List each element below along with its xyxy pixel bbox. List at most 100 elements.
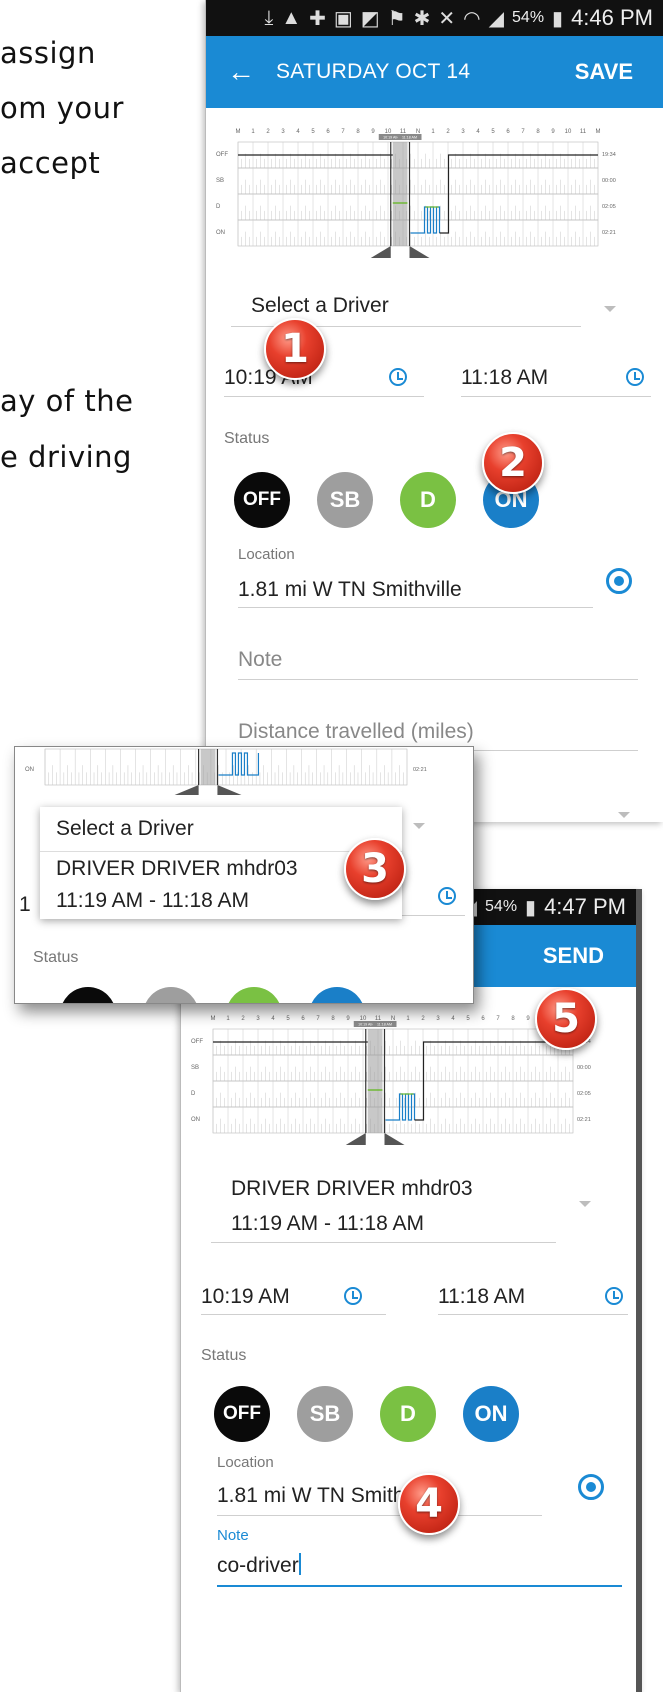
dropdown-caret-icon — [579, 1201, 591, 1207]
dropdown-header: Select a Driver — [56, 817, 194, 840]
hos-graph-row: ON 02:21 — [25, 748, 427, 795]
hour-tick-label: 4 — [271, 1016, 275, 1022]
row-label: D — [216, 204, 221, 210]
distance-field[interactable]: Distance travelled (miles) — [238, 720, 474, 744]
hour-tick-label: 2 — [446, 129, 450, 135]
status-on-button[interactable]: ON — [463, 1386, 519, 1442]
driver-select[interactable]: DRIVER DRIVER mhdr03 — [231, 1177, 473, 1201]
row-label: ON — [191, 1117, 200, 1123]
download-icon: ⤓ — [264, 6, 274, 29]
on-duty-line — [218, 752, 260, 776]
battery-percent: 54% — [512, 9, 545, 26]
end-time-field[interactable]: 11:18 AM — [438, 1285, 525, 1309]
plus-circle-icon: ✚ — [309, 7, 326, 30]
clock-icon[interactable] — [438, 887, 456, 905]
callout-badge: 1 — [264, 318, 326, 380]
hour-tick-label: 5 — [286, 1016, 290, 1022]
doc-text-line: accept — [0, 146, 101, 180]
driver-option[interactable]: DRIVER DRIVER mhdr03 — [56, 857, 298, 881]
marker-handle-right — [217, 785, 242, 795]
row-label: ON — [25, 767, 34, 773]
hour-tick-label: M — [596, 129, 601, 135]
dropdown-caret-icon — [604, 306, 616, 312]
row-label: SB — [191, 1065, 199, 1071]
hour-tick-label: 7 — [341, 129, 345, 135]
wifi-icon: ◠ — [463, 7, 481, 30]
hour-tick-label: 5 — [466, 1016, 470, 1022]
gps-target-icon[interactable] — [606, 568, 632, 594]
status-off-button[interactable]: OFF — [234, 472, 290, 528]
hos-graph[interactable]: M1234567891011N1234567891011MOFF19:34SB0… — [216, 124, 646, 274]
callout-badge: 5 — [535, 988, 597, 1050]
status-label: Status — [224, 430, 270, 447]
row-total: 02:05 — [602, 204, 616, 210]
marker-label-start: 10:19 AM — [383, 136, 398, 140]
marker-label-start: 10:19 AM — [358, 1023, 373, 1027]
note-field[interactable]: co-driver — [217, 1553, 301, 1578]
row-label: ON — [216, 230, 225, 236]
marker-label-end: 11:18 AM — [377, 1023, 392, 1027]
hour-tick-label: 8 — [536, 129, 540, 135]
hour-tick-label: 4 — [476, 129, 480, 135]
row-total: 00:00 — [577, 1065, 591, 1071]
row-label: OFF — [216, 152, 228, 158]
start-time-field[interactable]: 1 — [19, 893, 31, 917]
driver-select[interactable]: Select a Driver — [251, 294, 389, 318]
hour-tick-label: 3 — [436, 1016, 440, 1022]
text-cursor — [298, 1553, 301, 1575]
flag-icon: ⚑ — [387, 7, 406, 30]
screen-edit-log: ⤓ ▲ ✚ ▣ ◩ ⚑ ✱ ✕ ◠ ◢ 54% ▮ 4:46 PM ← SATU… — [205, 0, 663, 822]
hour-tick-label: 9 — [346, 1016, 350, 1022]
hour-tick-label: 6 — [326, 129, 330, 135]
hour-tick-label: 1 — [226, 1016, 230, 1022]
mute-icon: ✕ — [438, 7, 456, 30]
status-sb-button[interactable] — [143, 987, 199, 1003]
status-d-button[interactable]: D — [400, 472, 456, 528]
back-arrow-icon[interactable]: ← — [206, 56, 276, 88]
hour-tick-label: 3 — [256, 1016, 260, 1022]
page-title: SATURDAY OCT 14 — [276, 60, 471, 83]
graph-row-grid: ON 02:21 — [25, 748, 427, 795]
note-label: Note — [217, 1527, 249, 1544]
status-sb-button[interactable]: SB — [297, 1386, 353, 1442]
status-on-button[interactable] — [309, 987, 365, 1003]
battery-percent: 54% — [485, 898, 518, 915]
image-icon: ▣ — [333, 7, 353, 30]
clock-icon[interactable] — [344, 1287, 362, 1305]
clock-time: 4:46 PM — [571, 5, 653, 30]
dropdown-caret-icon — [413, 823, 425, 829]
location-label: Location — [238, 546, 295, 563]
marker-handle-right — [384, 1133, 405, 1145]
status-off-button[interactable]: OFF — [214, 1386, 270, 1442]
location-field[interactable]: 1.81 mi W TN Smithville — [238, 578, 462, 602]
clock-icon[interactable] — [626, 368, 644, 386]
hour-tick-label: 6 — [481, 1016, 485, 1022]
clock-icon[interactable] — [605, 1287, 623, 1305]
clock-time: 4:47 PM — [544, 894, 626, 919]
start-time-field[interactable]: 10:19 AM — [201, 1285, 290, 1309]
selection-band — [367, 1029, 383, 1133]
status-d-button[interactable]: D — [380, 1386, 436, 1442]
hour-tick-label: 10 — [565, 129, 572, 135]
status-off-button[interactable] — [60, 987, 116, 1003]
app-bar: ← SATURDAY OCT 14 SAVE — [206, 36, 663, 108]
end-time-field[interactable]: 11:18 AM — [461, 366, 548, 390]
hour-tick-label: 2 — [266, 129, 270, 135]
hour-tick-label: 3 — [281, 129, 285, 135]
dropdown-caret-icon — [618, 812, 630, 818]
hour-tick-label: 2 — [421, 1016, 425, 1022]
row-total: 02:05 — [577, 1091, 591, 1097]
hour-tick-label: 6 — [301, 1016, 305, 1022]
note-field[interactable]: Note — [238, 648, 282, 672]
marker-handle-left — [345, 1133, 366, 1145]
status-d-button[interactable] — [226, 987, 282, 1003]
send-button[interactable]: SEND — [543, 943, 636, 969]
hour-tick-label: 9 — [551, 129, 555, 135]
gps-target-icon[interactable] — [578, 1474, 604, 1500]
hour-tick-label: 9 — [371, 129, 375, 135]
status-label: Status — [33, 949, 79, 966]
driver-option-times: 11:19 AM - 11:18 AM — [56, 889, 249, 912]
status-sb-button[interactable]: SB — [317, 472, 373, 528]
save-button[interactable]: SAVE — [575, 59, 663, 85]
clock-icon[interactable] — [389, 368, 407, 386]
